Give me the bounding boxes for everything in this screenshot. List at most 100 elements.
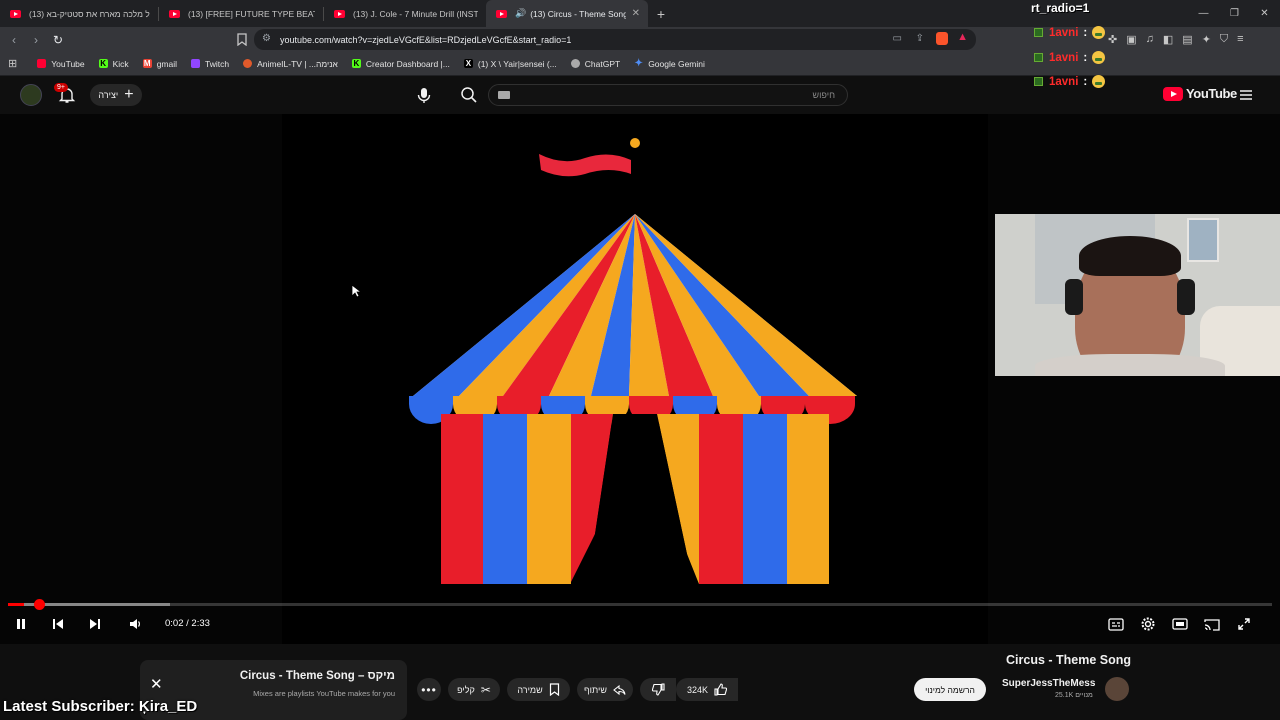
extension-icon[interactable]: ▣	[1126, 33, 1136, 46]
search-input[interactable]: חיפוש	[488, 84, 848, 106]
player-letterbox-left	[0, 114, 282, 644]
share-icon[interactable]: ⇪	[916, 33, 924, 44]
vpn-icon[interactable]: ⛉	[1220, 33, 1228, 46]
pause-icon	[17, 619, 25, 629]
bookmark-gemini[interactable]: ✦ Google Gemini	[634, 59, 704, 69]
bookmark-page-icon[interactable]	[236, 33, 248, 47]
bookmark-creator-dashboard[interactable]: K Creator Dashboard |...	[351, 58, 450, 69]
new-tab-icon[interactable]: +	[648, 6, 674, 22]
avatar[interactable]	[20, 84, 42, 106]
seek-bar[interactable]	[8, 599, 1272, 610]
bookmark-label: (1) X \ Yair|sensei (...	[477, 58, 557, 69]
chat-text: :	[1083, 26, 1088, 39]
minimize-icon[interactable]: —	[1188, 0, 1219, 27]
latest-subscriber-overlay: Latest Subscriber: Ķira_ED	[3, 698, 198, 715]
mouse-cursor-icon	[351, 284, 363, 298]
save-label: שמירה	[517, 684, 543, 695]
bookmark-kick[interactable]: K Kick	[98, 58, 129, 69]
reload-icon[interactable]: ↻	[47, 29, 69, 51]
wallet-icon[interactable]: ▤	[1182, 33, 1192, 46]
seek-buffered	[8, 603, 170, 606]
media-controls-icon[interactable]: ♫	[1146, 33, 1154, 46]
share-button[interactable]: שיתוף	[577, 678, 633, 701]
twitch-icon	[191, 59, 200, 68]
more-icon: •••	[421, 682, 437, 697]
close-tab-icon[interactable]: ✕	[632, 8, 640, 19]
mix-title[interactable]: Circus - Theme Song – מיקס	[240, 670, 395, 682]
forward-icon[interactable]: ›	[25, 29, 47, 51]
bookmark-chatgpt[interactable]: ChatGPT	[570, 59, 620, 69]
close-window-icon[interactable]: ✕	[1249, 0, 1280, 27]
brave-rewards-icon[interactable]: ▲	[957, 31, 968, 43]
chat-username: 1avni	[1049, 51, 1079, 64]
subtitles-button[interactable]	[1105, 614, 1127, 634]
settings-button[interactable]	[1137, 614, 1159, 634]
brave-shields-icon[interactable]	[936, 32, 948, 45]
more-actions-button[interactable]: •••	[417, 678, 441, 701]
player-letterbox-right	[988, 114, 1280, 644]
bookmark-label: Kick	[112, 58, 129, 69]
poster	[1187, 218, 1219, 262]
volume-button[interactable]	[124, 614, 146, 634]
next-button[interactable]	[84, 614, 106, 634]
video-frame[interactable]	[373, 114, 897, 644]
save-button[interactable]: שמירה	[507, 678, 570, 701]
close-icon[interactable]: ✕	[150, 675, 163, 693]
thumbs-down-icon	[651, 683, 665, 696]
channel-name[interactable]: SuperJessTheMess	[1002, 678, 1095, 689]
bookmark-youtube[interactable]: YouTube	[37, 58, 85, 69]
like-count: 324K	[686, 684, 709, 695]
bookmark-animeil[interactable]: AnimeIL-TV | ...אנימה	[243, 59, 338, 69]
browser-tab[interactable]: (13) J. Cole - 7 Minute Drill (INSTRUM	[324, 0, 486, 27]
share-label: שיתוף	[584, 684, 607, 695]
headphones-right	[1177, 279, 1195, 315]
bookmark-gmail[interactable]: Mgmail	[142, 58, 177, 69]
youtube-favicon-icon	[334, 9, 345, 18]
subscribe-button[interactable]: הרשמה למינוי	[914, 678, 986, 701]
cast-button[interactable]	[1201, 614, 1223, 634]
browser-tab[interactable]: (13) [FREE] FUTURE TYPE BEAT - "HU	[159, 0, 323, 27]
audio-playing-icon[interactable]: 🔊	[515, 8, 526, 19]
bookmark-label: gmail	[156, 58, 177, 69]
browser-tab[interactable]: (13) גל מלכה מארח את סטטיק-בא	[0, 0, 158, 27]
previous-button[interactable]	[47, 614, 69, 634]
microphone-icon[interactable]	[414, 85, 434, 105]
leo-ai-icon[interactable]: ✦	[1202, 33, 1211, 46]
search-icon[interactable]	[459, 85, 479, 105]
chat-message: 1avni:	[1034, 51, 1106, 64]
restore-icon[interactable]: ❐	[1219, 0, 1250, 27]
bookmark-label: YouTube	[51, 58, 85, 69]
chat-message: 1avni:	[1034, 26, 1106, 39]
save-icon	[549, 683, 559, 696]
youtube-logo-icon	[1163, 86, 1183, 101]
bookmark-label: Creator Dashboard |...	[365, 58, 450, 69]
notifications-bell-icon[interactable]: 9+	[54, 83, 76, 104]
channel-avatar[interactable]	[1105, 677, 1129, 701]
sidebar-icon[interactable]: ◧	[1163, 33, 1173, 46]
hamburger-menu-icon[interactable]	[1239, 88, 1253, 102]
x-icon: X	[463, 59, 473, 68]
apps-grid-icon[interactable]: ⊞	[8, 57, 17, 70]
bookmark-twitch[interactable]: Twitch	[191, 59, 229, 69]
create-button[interactable]: יצירה +	[90, 84, 142, 106]
back-icon[interactable]: ‹	[3, 29, 25, 51]
browser-tab-active[interactable]: 🔊 (13) Circus - Theme Song - Yo ✕	[486, 0, 648, 27]
chat-username: 1avni	[1049, 26, 1079, 39]
clip-button[interactable]: קליפ ✂	[448, 678, 500, 701]
address-bar[interactable]: ⚙ youtube.com/watch?v=zjedLeVGcfE&list=R…	[254, 29, 976, 50]
site-info-icon[interactable]: ⚙	[262, 33, 271, 44]
volume-icon	[130, 619, 141, 629]
fullscreen-button[interactable]	[1233, 614, 1255, 634]
browser-menu-icon[interactable]: ≡	[1237, 33, 1243, 46]
like-button[interactable]: 324K	[676, 678, 738, 701]
cast-icon[interactable]: ▭	[893, 33, 902, 44]
bookmark-x[interactable]: X (1) X \ Yair|sensei (...	[463, 58, 557, 69]
extension-icon[interactable]: ✜	[1108, 33, 1117, 46]
keyboard-icon[interactable]	[498, 91, 510, 99]
pause-button[interactable]	[10, 614, 32, 634]
youtube-logo[interactable]: YouTube	[1163, 86, 1237, 101]
dislike-button[interactable]	[640, 678, 676, 701]
theater-mode-button[interactable]	[1169, 614, 1191, 634]
tab-title: (13) Circus - Theme Song - Yo	[530, 8, 626, 19]
subscriber-count: 25.1K מנויים	[1055, 692, 1093, 699]
